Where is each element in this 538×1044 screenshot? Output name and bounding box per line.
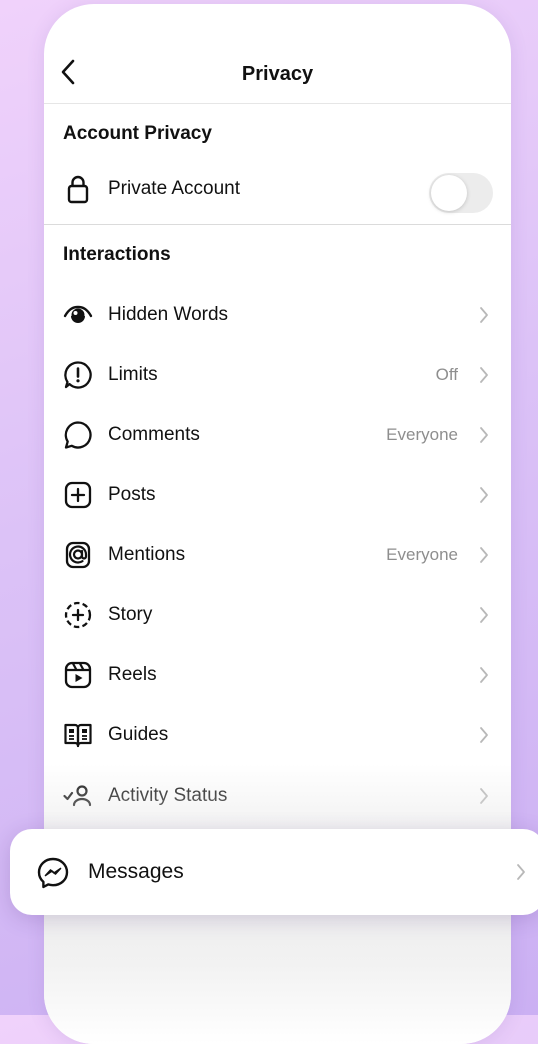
activity-status-row[interactable]: Activity Status bbox=[44, 766, 511, 826]
limits-alert-icon bbox=[63, 360, 93, 390]
at-sign-icon bbox=[63, 540, 93, 570]
activity-status-icon bbox=[63, 781, 93, 811]
story-label: Story bbox=[108, 604, 153, 625]
activity-status-label: Activity Status bbox=[108, 785, 228, 806]
account-privacy-heading: Account Privacy bbox=[63, 123, 212, 144]
chevron-right-icon bbox=[479, 726, 491, 744]
section-divider bbox=[44, 224, 511, 225]
chevron-right-icon bbox=[479, 787, 491, 805]
toggle-knob bbox=[431, 175, 467, 211]
reels-label: Reels bbox=[108, 664, 157, 685]
chevron-right-icon bbox=[479, 426, 491, 444]
private-account-label: Private Account bbox=[108, 178, 241, 199]
plus-square-icon bbox=[63, 480, 93, 510]
interactions-heading: Interactions bbox=[63, 244, 171, 265]
page-title: Privacy bbox=[241, 63, 314, 85]
chevron-right-icon bbox=[479, 546, 491, 564]
eye-icon bbox=[63, 300, 93, 330]
private-account-toggle[interactable] bbox=[429, 173, 493, 213]
comments-label: Comments bbox=[108, 424, 200, 445]
chevron-right-icon bbox=[479, 666, 491, 684]
mentions-row[interactable]: Mentions Everyone bbox=[44, 525, 511, 585]
comment-bubble-icon bbox=[63, 420, 93, 450]
chevron-right-icon bbox=[479, 306, 491, 324]
chevron-right-icon bbox=[515, 863, 527, 881]
chevron-right-icon bbox=[479, 486, 491, 504]
navigation-bar: Privacy bbox=[44, 4, 511, 104]
limits-row[interactable]: Limits Off bbox=[44, 345, 511, 405]
reels-row[interactable]: Reels bbox=[44, 645, 511, 705]
limits-label: Limits bbox=[108, 364, 158, 385]
mentions-label: Mentions bbox=[108, 544, 186, 565]
lock-icon bbox=[63, 174, 93, 204]
messenger-icon bbox=[36, 856, 70, 890]
posts-row[interactable]: Posts bbox=[44, 465, 511, 525]
messages-label: Messages bbox=[88, 860, 184, 883]
chevron-right-icon bbox=[479, 366, 491, 384]
limits-value: Off bbox=[435, 365, 458, 384]
comments-row[interactable]: Comments Everyone bbox=[44, 405, 511, 465]
story-plus-icon bbox=[63, 600, 93, 630]
posts-label: Posts bbox=[108, 484, 156, 505]
mentions-value: Everyone bbox=[386, 545, 458, 564]
reels-icon bbox=[63, 660, 93, 690]
guides-row[interactable]: Guides bbox=[44, 705, 511, 765]
chevron-right-icon bbox=[479, 606, 491, 624]
hidden-words-row[interactable]: Hidden Words bbox=[44, 285, 511, 345]
guides-label: Guides bbox=[108, 724, 169, 745]
messages-row[interactable]: Messages bbox=[10, 829, 538, 915]
story-row[interactable]: Story bbox=[44, 585, 511, 645]
hidden-words-label: Hidden Words bbox=[108, 304, 229, 325]
comments-value: Everyone bbox=[386, 425, 458, 444]
guides-book-icon bbox=[63, 720, 93, 750]
